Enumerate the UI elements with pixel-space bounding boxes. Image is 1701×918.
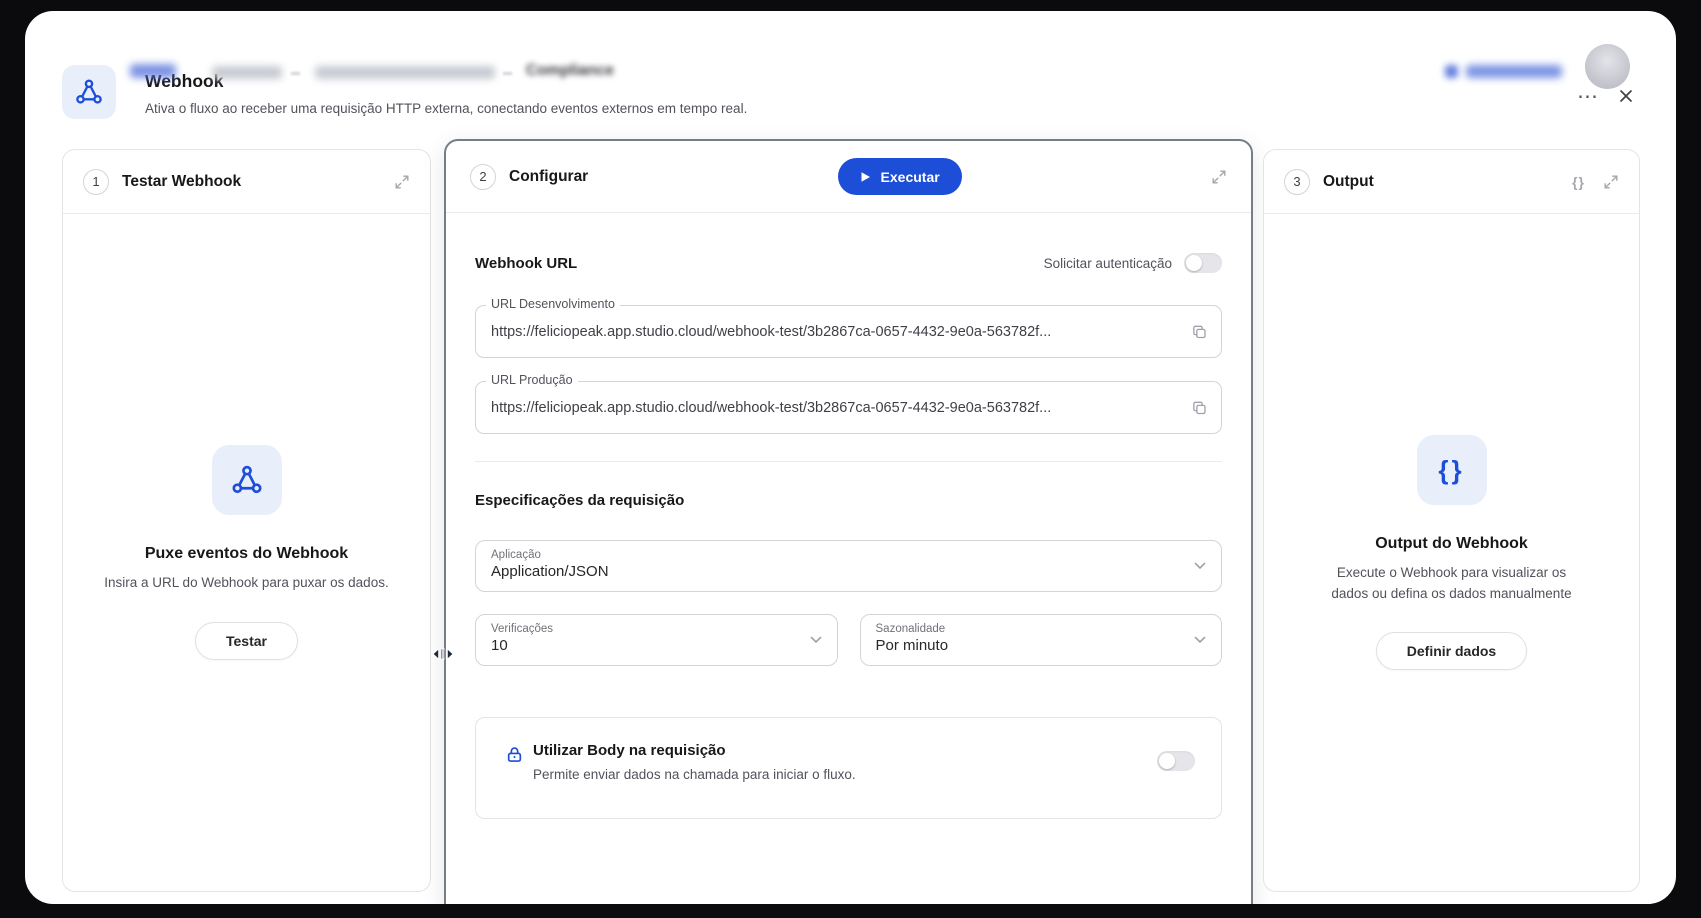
webhook-node-modal: Webhook Ativa o fluxo ao receber uma req… [25,11,1676,904]
copy-icon [1191,323,1208,340]
expand-icon [1211,169,1227,185]
panel-configure-body: Webhook URL Solicitar autenticação URL D… [446,213,1251,819]
expand-icon [1603,174,1619,190]
play-icon [860,171,871,183]
url-prod-value: https://feliciopeak.app.studio.cloud/web… [491,400,1051,416]
verifications-select-value: 10 [491,637,797,654]
step-number-badge: 3 [1284,169,1310,195]
webhook-app-icon-badge [62,65,116,119]
step-number-badge: 1 [83,169,109,195]
close-button[interactable] [1611,81,1641,111]
expand-panel-button[interactable] [1603,174,1619,190]
lock-icon [505,745,524,764]
code-braces-icon: {} [1438,455,1464,486]
code-view-button[interactable]: {} [1572,174,1585,190]
breadcrumb-separator [291,72,300,75]
empty-state-title: Puxe eventos do Webhook [145,545,348,563]
code-braces-icon-badge: {} [1417,435,1487,505]
panel-test-header: 1 Testar Webhook [63,150,430,214]
panel-configure: 2 Configurar Executar Webhook URL Soli [444,139,1253,904]
auth-toggle[interactable] [1184,253,1222,273]
url-dev-label: URL Desenvolvimento [486,297,620,311]
panel-title: Configurar [509,168,588,186]
webhook-icon [74,77,104,107]
panel-output-body: {} Output do Webhook Execute o Webhook p… [1264,214,1639,891]
toggle-knob [1159,753,1175,769]
panel-output: 3 Output {} {} Output do Webhook Execute… [1263,149,1640,892]
expand-panel-button[interactable] [394,174,410,190]
chevron-down-icon [810,636,822,644]
expand-panel-button[interactable] [1211,169,1227,185]
seasonality-select[interactable]: Sazonalidade Por minuto [860,614,1223,666]
modal-subtitle: Ativa o fluxo ao receber uma requisição … [145,101,747,116]
verifications-select-label: Verificações [491,623,797,635]
status-icon-blurred [1445,65,1458,78]
status-text-blurred [1466,65,1562,78]
copy-url-button[interactable] [1191,399,1208,416]
panel-title: Testar Webhook [122,173,241,191]
chevron-down-icon [1194,562,1206,570]
execute-button-label: Executar [881,169,940,185]
empty-state-subtitle: Insira a URL do Webhook para puxar os da… [104,573,388,593]
application-select-label: Aplicação [491,549,1181,561]
url-dev-field[interactable]: URL Desenvolvimento https://feliciopeak.… [475,305,1222,358]
panel-test-body: Puxe eventos do Webhook Insira a URL do … [63,214,430,891]
application-select[interactable]: Aplicação Application/JSON [475,540,1222,592]
use-body-toggle[interactable] [1157,751,1195,771]
copy-url-button[interactable] [1191,323,1208,340]
divider [475,461,1222,462]
url-dev-value: https://feliciopeak.app.studio.cloud/web… [491,324,1051,340]
copy-icon [1191,399,1208,416]
define-data-button[interactable]: Definir dados [1376,632,1527,670]
panel-configure-header: 2 Configurar Executar [446,141,1251,213]
breadcrumb-separator [503,72,512,75]
empty-state-subtitle: Execute o Webhook para visualizar os dad… [1324,563,1580,604]
more-options-button[interactable]: ⋯ [1573,81,1603,111]
panel-title: Output [1323,173,1374,191]
toggle-knob [1186,255,1202,271]
empty-state-title: Output do Webhook [1375,535,1528,553]
use-body-card: Utilizar Body na requisição Permite envi… [475,717,1222,819]
specs-section-title: Especificações da requisição [475,492,1222,509]
breadcrumb-item-blurred-2[interactable] [212,66,282,79]
seasonality-select-value: Por minuto [876,637,1182,654]
application-select-value: Application/JSON [491,563,1181,580]
verifications-select[interactable]: Verificações 10 [475,614,838,666]
execute-button[interactable]: Executar [838,158,962,195]
webhook-icon-badge [212,445,282,515]
use-body-title: Utilizar Body na requisição [533,742,1061,759]
auth-toggle-label: Solicitar autenticação [1044,256,1172,271]
url-prod-label: URL Produção [486,373,578,387]
col-resize-cursor[interactable] [432,645,454,663]
webhook-url-section-title: Webhook URL [475,255,577,272]
breadcrumb-item-blurred-1[interactable] [130,64,176,78]
breadcrumb-item-compliance[interactable]: Compliance [526,62,614,80]
url-prod-field[interactable]: URL Produção https://feliciopeak.app.stu… [475,381,1222,434]
seasonality-select-label: Sazonalidade [876,623,1182,635]
panel-test-webhook: 1 Testar Webhook Puxe eventos do Webhook [62,149,431,892]
panel-output-header: 3 Output {} [1264,150,1639,214]
breadcrumb-item-blurred-3[interactable] [315,66,495,79]
use-body-subtitle: Permite enviar dados na chamada para ini… [533,767,1061,782]
test-button[interactable]: Testar [195,622,298,660]
webhook-icon [230,463,264,497]
step-number-badge: 2 [470,164,496,190]
close-icon [1619,89,1633,103]
expand-icon [394,174,410,190]
chevron-down-icon [1194,636,1206,644]
